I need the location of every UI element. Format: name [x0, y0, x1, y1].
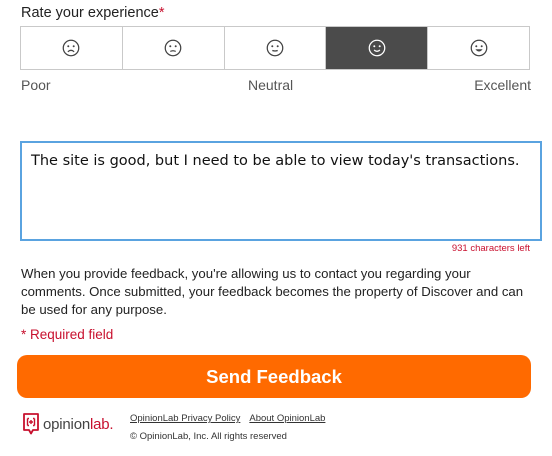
scale-label-excellent: Excellent — [474, 77, 531, 93]
feedback-disclaimer: When you provide feedback, you're allowi… — [21, 266, 524, 317]
rating-option-4[interactable] — [326, 27, 429, 69]
footer-links: OpinionLab Privacy Policy About OpinionLa… — [130, 413, 334, 424]
logo-text-lab: lab. — [89, 415, 114, 433]
rating-title: Rate your experience* — [21, 5, 164, 21]
about-opinionlab-link[interactable]: About OpinionLab — [249, 413, 325, 424]
rating-title-text: Rate your experience — [21, 5, 159, 21]
scale-label-poor: Poor — [21, 77, 51, 93]
scale-label-neutral: Neutral — [248, 77, 294, 93]
send-feedback-button[interactable]: Send Feedback — [17, 355, 531, 398]
copyright-text: © OpinionLab, Inc. All rights reserved — [130, 431, 287, 442]
opinionlab-logo-text: opinionlab. — [43, 415, 114, 433]
required-field-note: * Required field — [21, 327, 114, 342]
opinionlab-logo[interactable]: opinionlab. — [22, 413, 114, 435]
rating-option-3[interactable] — [224, 27, 327, 69]
very-sad-face-icon — [63, 39, 80, 57]
rating-option-5[interactable] — [428, 27, 529, 69]
logo-text-opinion: opinion — [43, 415, 90, 433]
big-smile-face-icon — [470, 39, 487, 57]
privacy-policy-link[interactable]: OpinionLab Privacy Policy — [130, 413, 240, 424]
required-asterisk: * — [158, 5, 165, 21]
opinionlab-logo-icon — [23, 413, 39, 435]
sad-face-icon — [164, 39, 182, 57]
characters-left-counter: 931 characters left — [451, 243, 530, 254]
comment-textarea[interactable] — [20, 141, 542, 241]
rating-option-2[interactable] — [122, 27, 225, 69]
rating-scale — [20, 26, 530, 70]
rating-option-1[interactable] — [21, 27, 123, 69]
smile-face-icon — [368, 39, 386, 57]
neutral-face-icon — [266, 39, 284, 57]
